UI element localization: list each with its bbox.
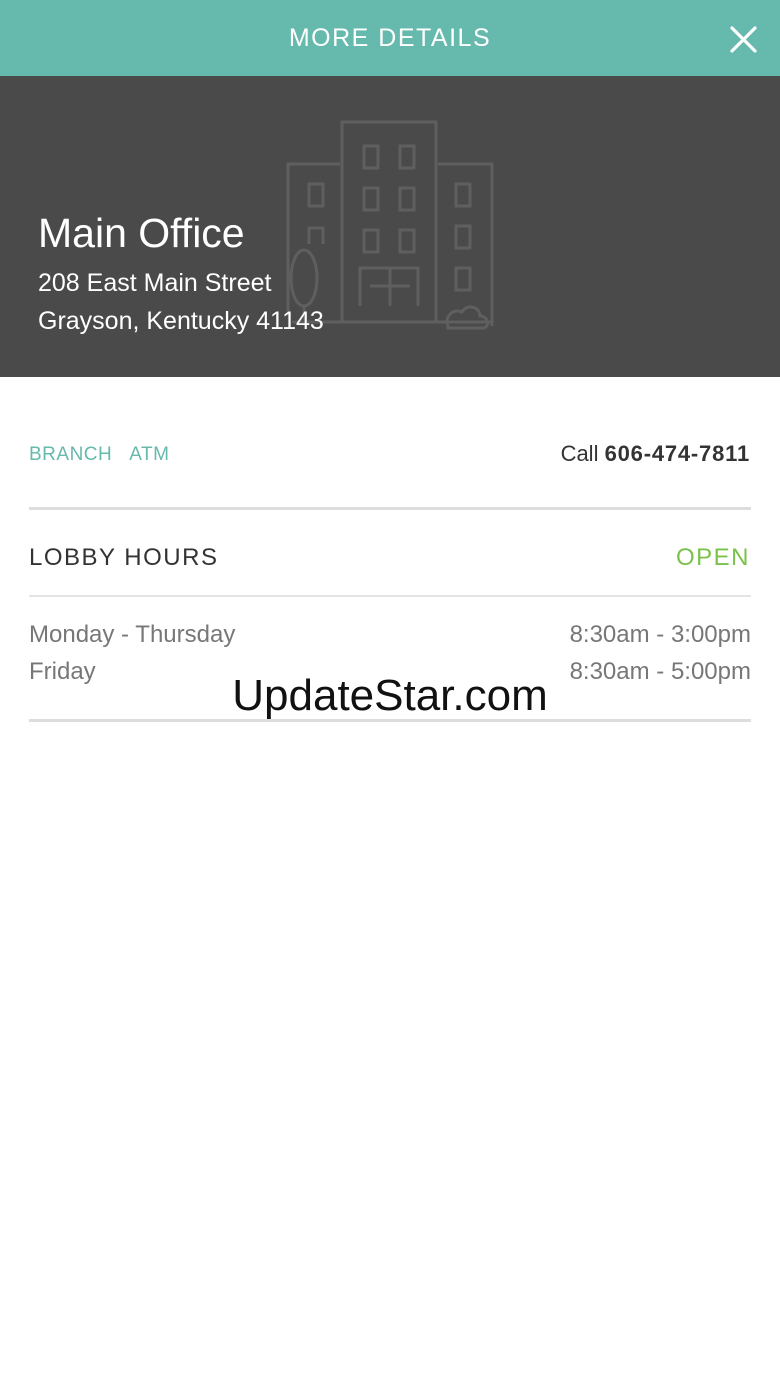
hours-time: 8:30am - 3:00pm (569, 621, 751, 648)
location-hero: Main Office 208 East Main Street Grayson… (0, 76, 780, 377)
close-icon (730, 26, 757, 53)
address-street: 208 East Main Street (38, 269, 272, 297)
section-divider (29, 507, 751, 510)
location-name: Main Office (38, 210, 245, 256)
address-city-state: Grayson, Kentucky 41143 (38, 307, 324, 335)
tag-branch[interactable]: BRANCH (29, 440, 112, 470)
phone-number: 606-474-7811 (604, 441, 750, 466)
open-status-badge: OPEN (675, 544, 750, 571)
watermark-text: UpdateStar.com (232, 671, 548, 720)
hours-divider (29, 595, 751, 597)
call-label: Call (560, 441, 599, 466)
header-bar: MORE DETAILS (0, 0, 780, 76)
location-type-tags: BRANCH ATM (29, 440, 169, 470)
close-button[interactable] (722, 18, 762, 58)
call-phone-link[interactable]: Call 606-474-7811 (561, 438, 750, 470)
lobby-hours-title: LOBBY HOURS (29, 544, 219, 571)
hours-day: Monday - Thursday (29, 621, 236, 648)
location-details-screen: MORE DETAILS Main Office 208 East Main S… (0, 0, 780, 1387)
page-title: MORE DETAILS (288, 24, 492, 52)
tag-atm[interactable]: ATM (129, 440, 169, 470)
hours-row: Monday - Thursday 8:30am - 3:00pm (29, 617, 751, 653)
building-icon (286, 120, 494, 330)
